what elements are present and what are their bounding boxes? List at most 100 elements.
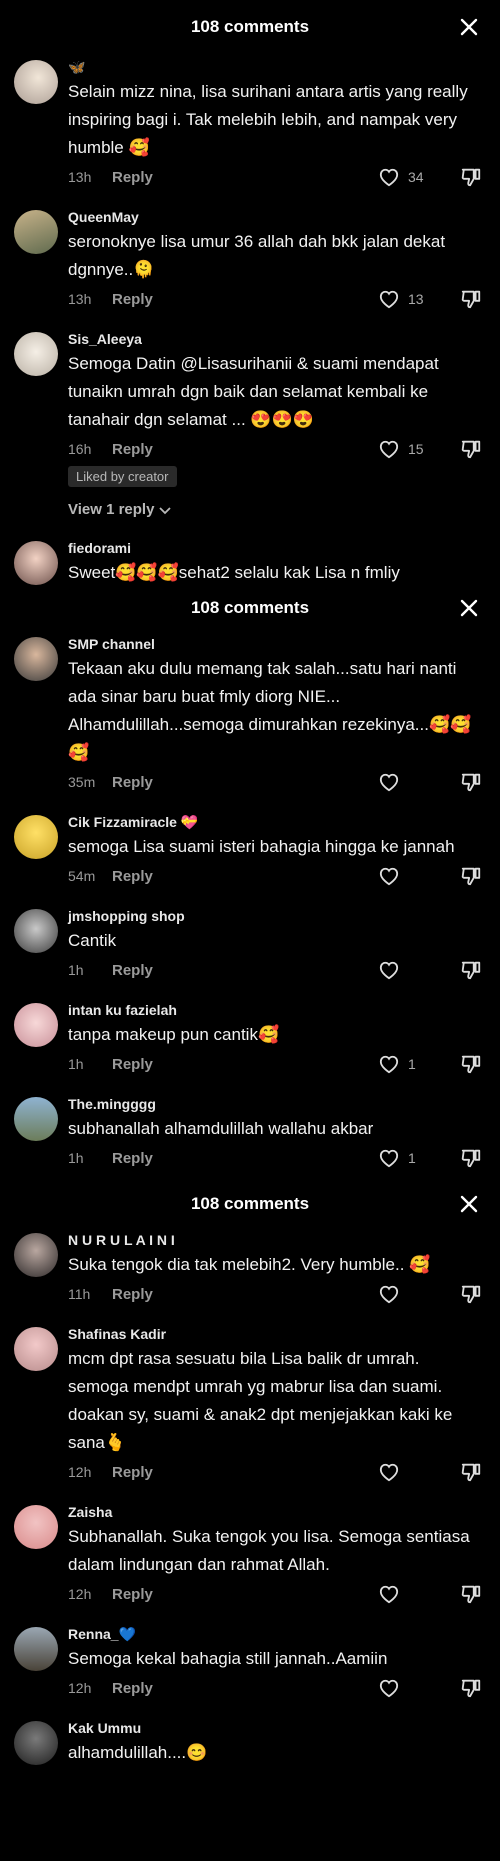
comment-text: tanpa makeup pun cantik🥰 (68, 1025, 280, 1044)
dislike-icon[interactable] (460, 771, 482, 793)
close-icon[interactable] (460, 599, 478, 617)
comment-text: subhanallah alhamdulillah wallahu akbar (68, 1119, 374, 1138)
close-icon[interactable] (460, 1195, 478, 1213)
reply-button[interactable]: Reply (112, 1586, 153, 1603)
comment-username[interactable]: SMP channel (68, 635, 482, 653)
comment-actions: 1 (378, 1051, 482, 1077)
dislike-icon[interactable] (460, 1053, 482, 1075)
dislike-icon[interactable] (460, 1461, 482, 1483)
comment-text: Subhanallah. Suka tengok you lisa. Semog… (68, 1527, 470, 1574)
view-replies-button[interactable]: View 1 reply (68, 501, 172, 518)
avatar[interactable] (14, 815, 58, 859)
comment-username[interactable]: Zaisha (68, 1503, 482, 1521)
avatar[interactable] (14, 1505, 58, 1549)
avatar[interactable] (14, 332, 58, 376)
dislike-icon[interactable] (460, 865, 482, 887)
like-button[interactable]: 13 (378, 289, 442, 309)
comment-username[interactable]: 🦋 (68, 58, 482, 76)
dislike-icon[interactable] (460, 166, 482, 188)
avatar[interactable] (14, 637, 58, 681)
heart-outline-icon (379, 773, 399, 792)
like-button[interactable] (378, 866, 442, 886)
chevron-down-icon (159, 506, 172, 514)
heart-outline-icon (379, 961, 399, 980)
avatar[interactable] (14, 909, 58, 953)
comment-meta: 54m Reply (68, 863, 482, 889)
reply-button[interactable]: Reply (112, 868, 153, 885)
avatar[interactable] (14, 60, 58, 104)
comment-item: fiedorami Sweet🥰🥰🥰sehat2 selalu kak Lisa… (0, 539, 500, 587)
close-icon[interactable] (460, 18, 478, 36)
comment-item: SMP channel Tekaan aku dulu memang tak s… (0, 635, 500, 795)
comment-username[interactable]: Sis_Aleeya (68, 330, 482, 348)
dislike-icon[interactable] (460, 1147, 482, 1169)
comment-username[interactable]: jmshopping shop (68, 907, 482, 925)
reply-button[interactable]: Reply (112, 1464, 153, 1481)
comment-actions (378, 1675, 482, 1701)
reply-button[interactable]: Reply (112, 1056, 153, 1073)
dislike-icon[interactable] (460, 1283, 482, 1305)
comment-meta: 12h Reply (68, 1459, 482, 1485)
reply-button[interactable]: Reply (112, 169, 153, 186)
reply-button[interactable]: Reply (112, 962, 153, 979)
dislike-icon[interactable] (460, 1583, 482, 1605)
comment-time: 16h (68, 441, 92, 457)
avatar[interactable] (14, 210, 58, 254)
comment-meta: 12h Reply (68, 1675, 482, 1701)
heart-outline-icon (379, 440, 399, 459)
comment-username[interactable]: Renna_💙 (68, 1625, 482, 1643)
avatar[interactable] (14, 1327, 58, 1371)
like-button[interactable] (378, 1678, 442, 1698)
like-button[interactable] (378, 960, 442, 980)
like-button[interactable]: 34 (378, 167, 442, 187)
comment-time: 11h (68, 1286, 91, 1302)
comment-item: 🦋 Selain mizz nina, lisa surihani antara… (0, 58, 500, 190)
comment-username[interactable]: Kak Ummu (68, 1719, 482, 1737)
comment-time: 12h (68, 1464, 92, 1480)
comment-text: seronoknye lisa umur 36 allah dah bkk ja… (68, 232, 446, 279)
like-button[interactable]: 15 (378, 439, 442, 459)
comment-username[interactable]: Cik Fizzamiracle 💝 (68, 813, 482, 831)
reply-button[interactable]: Reply (112, 291, 153, 308)
comment-meta: 12h Reply (68, 1581, 482, 1607)
avatar[interactable] (14, 1233, 58, 1277)
like-button[interactable]: 1 (378, 1148, 442, 1168)
comment-username[interactable]: N U R U L A I N I (68, 1231, 482, 1249)
comment-username[interactable]: fiedorami (68, 539, 482, 557)
dislike-icon[interactable] (460, 959, 482, 981)
avatar[interactable] (14, 1627, 58, 1671)
like-count: 13 (408, 291, 424, 307)
reply-button[interactable]: Reply (112, 441, 153, 458)
avatar[interactable] (14, 1003, 58, 1047)
comment-username[interactable]: Shafinas Kadir (68, 1325, 482, 1343)
comment-actions (378, 1459, 482, 1485)
comment-item: Sis_Aleeya Semoga Datin @Lisasurihanii &… (0, 330, 500, 519)
like-button[interactable] (378, 1584, 442, 1604)
dislike-icon[interactable] (460, 288, 482, 310)
avatar[interactable] (14, 1721, 58, 1765)
comment-actions (378, 863, 482, 889)
reply-button[interactable]: Reply (112, 1150, 153, 1167)
reply-button[interactable]: Reply (112, 1286, 153, 1303)
comment-username[interactable]: QueenMay (68, 208, 482, 226)
like-button[interactable] (378, 1462, 442, 1482)
reply-button[interactable]: Reply (112, 774, 153, 791)
comment-actions (378, 957, 482, 983)
comment-username[interactable]: The.mingggg (68, 1095, 482, 1113)
like-button[interactable] (378, 1284, 442, 1304)
comment-actions: 13 (378, 286, 482, 312)
comment-meta: 11h Reply (68, 1281, 482, 1307)
dislike-icon[interactable] (460, 1677, 482, 1699)
like-button[interactable] (378, 772, 442, 792)
comment-text: Tekaan aku dulu memang tak salah...satu … (68, 659, 472, 762)
reply-button[interactable]: Reply (112, 1680, 153, 1697)
comment-actions: 15 (378, 436, 482, 462)
comment-text: Semoga kekal bahagia still jannah..Aamii… (68, 1649, 388, 1668)
dislike-icon[interactable] (460, 438, 482, 460)
avatar[interactable] (14, 541, 58, 585)
view-replies-label: View 1 reply (68, 501, 155, 518)
comment-text: Selain mizz nina, lisa surihani antara a… (68, 82, 468, 157)
avatar[interactable] (14, 1097, 58, 1141)
comment-username[interactable]: intan ku fazielah (68, 1001, 482, 1019)
like-button[interactable]: 1 (378, 1054, 442, 1074)
